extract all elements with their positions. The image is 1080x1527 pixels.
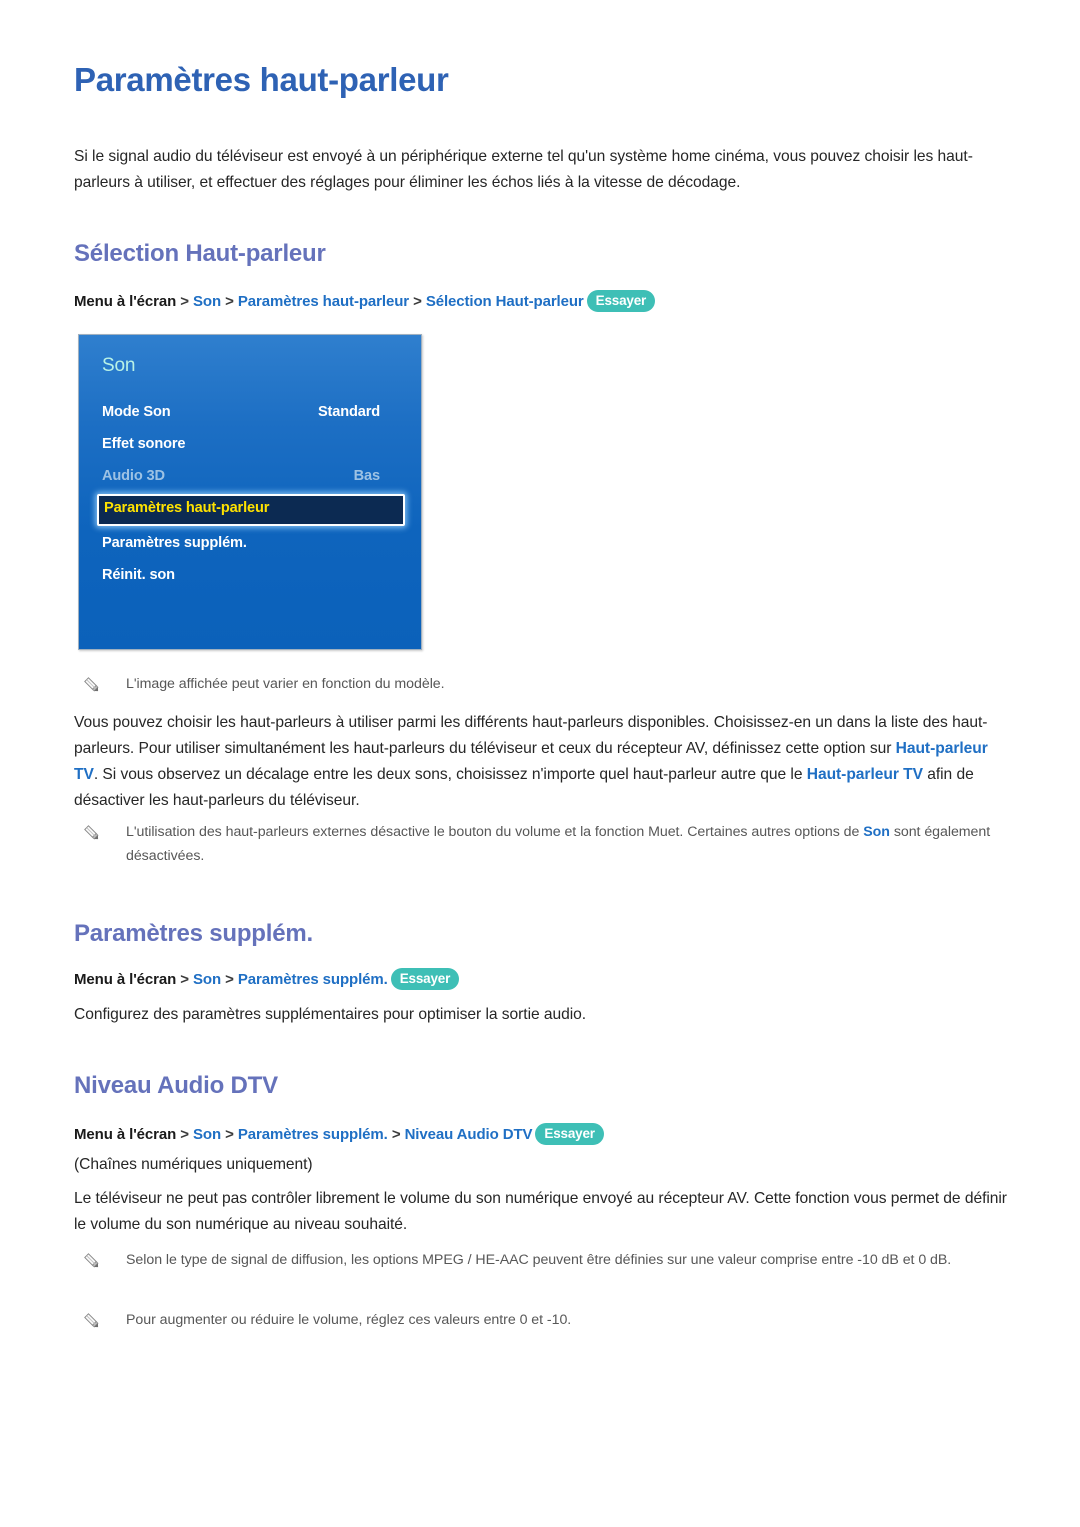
breadcrumb-root: Menu à l'écran [74,971,177,988]
breadcrumb-separator: > [391,1126,401,1143]
breadcrumb-niveau-audio-dtv: Menu à l'écran > Son > Paramètres supplé… [74,1123,604,1146]
try-badge[interactable]: Essayer [535,1123,604,1145]
breadcrumb-separator: > [180,1126,189,1143]
tv-menu-row-value: Bas [353,468,380,484]
try-badge[interactable]: Essayer [390,968,460,990]
breadcrumb-selection-haut-parleur: Menu à l'écran > Son > Paramètres haut-p… [74,290,656,313]
pencil-icon [82,1251,102,1271]
try-badge[interactable]: Essayer [586,290,656,312]
breadcrumb-root: Menu à l'écran [74,1126,177,1143]
note-text: L'utilisation des haut-parleurs externes… [126,820,992,868]
tv-menu-row-value: Standard [317,404,380,420]
breadcrumb-item-son[interactable]: Son [193,971,221,988]
section-title-parametres-supplem: Paramètres supplém. [74,920,313,947]
tv-menu-row-label: Effet sonore [102,436,186,452]
breadcrumb-root: Menu à l'écran [74,293,177,310]
breadcrumb-separator: > [225,293,234,310]
tv-menu-row-label: Paramètres haut-parleur [104,500,270,516]
breadcrumb-item-son[interactable]: Son [193,293,221,310]
keyword-haut-parleur-tv: Haut-parleur TV [806,766,923,783]
tv-menu-screenshot: Son Mode Son Standard Effet sonore Audio… [78,334,422,650]
pencil-icon [82,675,102,695]
tv-menu-row-label: Mode Son [102,404,171,420]
breadcrumb-separator: > [225,971,234,988]
tv-menu-row-mode-son[interactable]: Mode Son Standard [79,399,421,430]
document-page: Paramètres haut-parleur Si le signal aud… [0,0,1080,1527]
tv-menu-row-effet-sonore[interactable]: Effet sonore [79,431,421,462]
breadcrumb-parametres-supplem: Menu à l'écran > Son > Paramètres supplé… [74,968,460,991]
tv-menu-row-reinit-son[interactable]: Réinit. son [79,562,421,593]
note-image-varies: L'image affichée peut varier en fonction… [82,672,982,696]
note-volume-adjust-range: Pour augmenter ou réduire le volume, rég… [82,1308,982,1332]
note-part: L'utilisation des haut-parleurs externes… [126,824,864,840]
tv-menu-row-parametres-supplem[interactable]: Paramètres supplém. [79,530,421,561]
pencil-icon [82,823,102,843]
note-text: L'image affichée peut varier en fonction… [126,676,445,692]
breadcrumb-item-niveau-audio-dtv[interactable]: Niveau Audio DTV [405,1126,533,1143]
breadcrumb-separator: > [225,1126,234,1143]
note-text: Selon le type de signal de diffusion, le… [126,1252,952,1268]
breadcrumb-separator: > [413,293,422,310]
niveau-audio-dtv-subnote: (Chaînes numériques uniquement) [74,1156,313,1173]
page-title: Paramètres haut-parleur [74,61,449,98]
selection-haut-parleur-paragraph: Vous pouvez choisir les haut-parleurs à … [74,710,1004,814]
breadcrumb-item-parametres-supplem[interactable]: Paramètres supplém. [238,971,388,988]
paragraph-part: . Si vous observez un décalage entre les… [93,766,807,783]
niveau-audio-dtv-paragraph: Le téléviseur ne peut pas contrôler libr… [74,1190,1007,1233]
tv-menu-row-parametres-haut-parleur[interactable]: Paramètres haut-parleur [97,494,405,526]
paragraph-part: Vous pouvez choisir les haut-parleurs à … [74,714,988,757]
keyword-son: Son [863,824,890,840]
breadcrumb-item-parametres-haut-parleur[interactable]: Paramètres haut-parleur [238,293,409,310]
breadcrumb-item-son[interactable]: Son [193,1126,221,1143]
tv-menu-row-label: Paramètres supplém. [102,535,247,551]
tv-menu-row-label: Réinit. son [102,567,175,583]
note-mpeg-heaac-range: Selon le type de signal de diffusion, le… [82,1248,982,1272]
parametres-supplem-paragraph: Configurez des paramètres supplémentaire… [74,1006,587,1023]
section-title-selection-haut-parleur: Sélection Haut-parleur [74,240,326,267]
breadcrumb-separator: > [180,293,189,310]
breadcrumb-separator: > [180,971,189,988]
section-title-niveau-audio-dtv: Niveau Audio DTV [74,1072,278,1099]
pencil-icon [82,1311,102,1331]
note-external-speakers: L'utilisation des haut-parleurs externes… [82,820,992,868]
breadcrumb-item-selection-haut-parleur[interactable]: Sélection Haut-parleur [426,293,584,310]
note-text: Pour augmenter ou réduire le volume, rég… [126,1312,572,1328]
tv-menu-title: Son [102,355,136,376]
tv-menu-row-audio-3d: Audio 3D Bas [79,463,421,494]
breadcrumb-item-parametres-supplem[interactable]: Paramètres supplém. [238,1126,388,1143]
intro-paragraph: Si le signal audio du téléviseur est env… [74,148,973,191]
tv-menu-row-label: Audio 3D [102,468,165,484]
